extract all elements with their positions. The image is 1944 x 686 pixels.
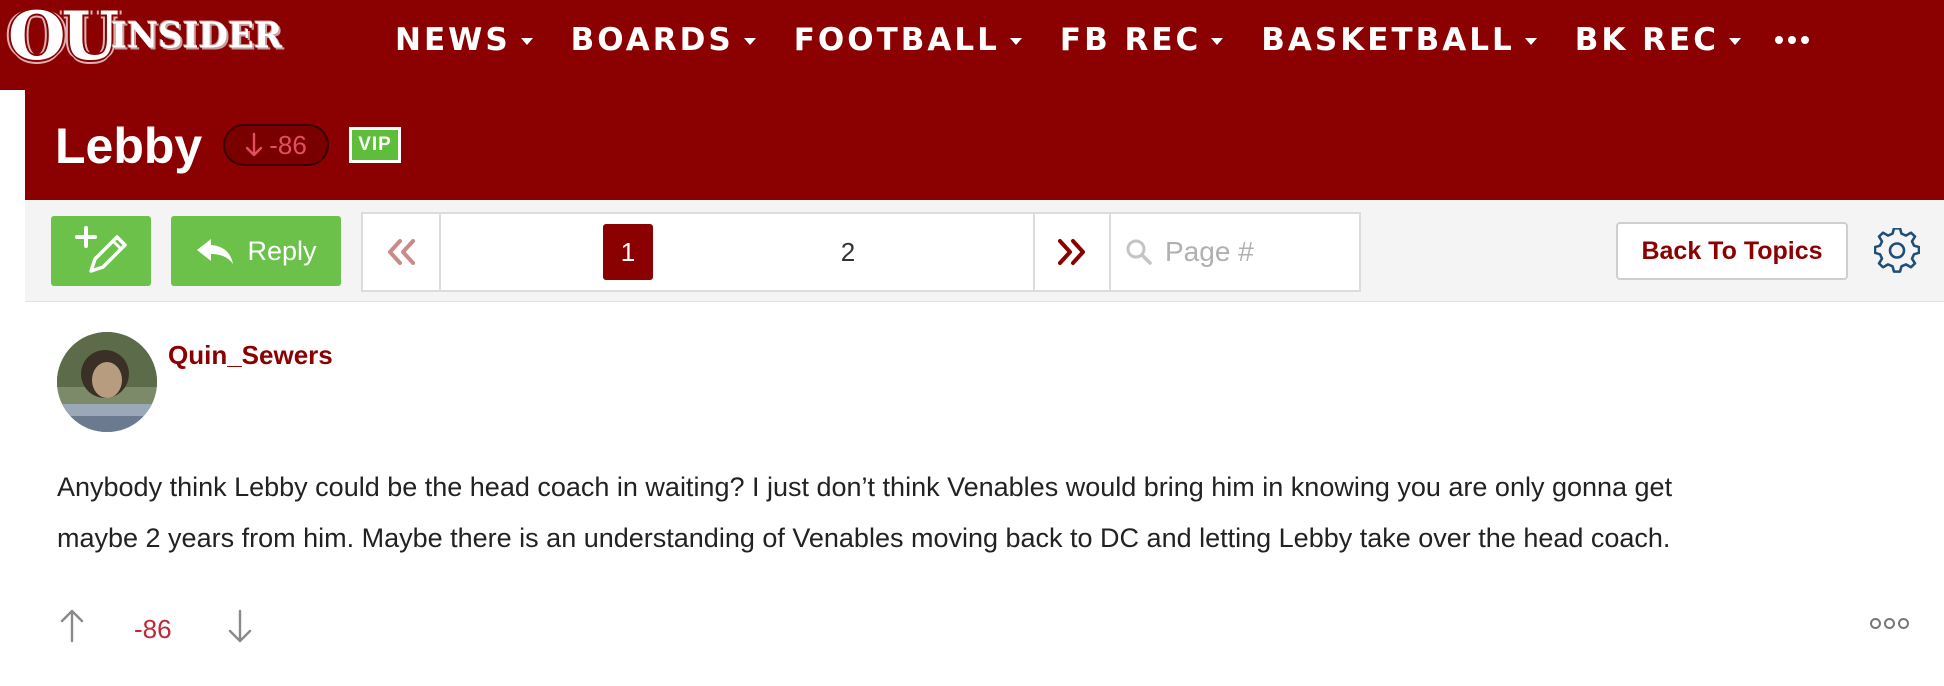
last-page-button[interactable]: [1033, 214, 1111, 290]
more-options-icon: [1884, 618, 1895, 629]
nav-item-basketball[interactable]: BASKETBALL: [1261, 22, 1537, 58]
chevron-down-icon: [520, 37, 533, 45]
page-number-input[interactable]: [1165, 236, 1345, 268]
reply-button[interactable]: Reply: [171, 216, 341, 286]
vip-badge: VIP: [349, 127, 401, 163]
nav-item-label: FB REC: [1059, 22, 1202, 58]
nav-item-fb-rec[interactable]: FB REC: [1059, 22, 1224, 58]
more-options-icon: [1870, 618, 1881, 629]
ellipsis-icon: [1800, 36, 1809, 44]
chevron-down-icon: [1009, 37, 1022, 45]
page-title: Lebby: [55, 118, 203, 174]
gear-icon[interactable]: [1874, 228, 1920, 274]
chevron-down-icon: [1728, 37, 1741, 45]
top-navigation: OU INSIDER NEWS BOARDS FOOTBALL FB REC B…: [0, 0, 1944, 90]
double-chevron-right-icon: [1058, 239, 1085, 265]
page-1-button[interactable]: 1: [603, 224, 653, 280]
post-body-line: Anybody think Lebby could be the head co…: [57, 472, 1673, 502]
nav-item-boards[interactable]: BOARDS: [571, 22, 756, 58]
post-body: Anybody think Lebby could be the head co…: [57, 462, 1887, 564]
more-menu-button[interactable]: [1774, 18, 1809, 62]
post-score: -86: [134, 614, 172, 644]
topic-toolbar: Reply 1 2 Back To: [25, 200, 1944, 302]
topic-score-badge: -86: [223, 124, 329, 166]
search-icon: [1126, 239, 1152, 265]
nav-item-news[interactable]: NEWS: [395, 22, 533, 58]
avatar[interactable]: [57, 332, 157, 432]
nav-item-bk-rec[interactable]: BK REC: [1575, 22, 1741, 58]
nav-item-label: BOARDS: [570, 22, 734, 58]
page-number-search: [1113, 214, 1359, 290]
page-2-button[interactable]: 2: [823, 224, 873, 280]
page: OU INSIDER NEWS BOARDS FOOTBALL FB REC B…: [0, 0, 1944, 686]
logo-insider-text: INSIDER: [111, 15, 283, 57]
chevron-down-icon: [1524, 37, 1537, 45]
chevron-down-icon: [743, 37, 756, 45]
upvote-arrow-icon[interactable]: [58, 608, 86, 644]
back-to-topics-button[interactable]: Back To Topics: [1616, 222, 1848, 280]
downvote-arrow-icon[interactable]: [226, 608, 254, 644]
left-gutter: [0, 90, 25, 686]
nav-item-label: FOOTBALL: [793, 22, 1000, 58]
ellipsis-icon: [1787, 36, 1796, 44]
new-topic-icon: [75, 226, 127, 273]
new-topic-button[interactable]: [51, 216, 151, 286]
post-body-line: maybe 2 years from him. Maybe there is a…: [57, 523, 1671, 553]
site-logo[interactable]: OU INSIDER: [8, 2, 282, 70]
post-author-link[interactable]: Quin_Sewers: [168, 340, 333, 371]
nav-item-label: BK REC: [1574, 22, 1719, 58]
chevron-down-icon: [1211, 37, 1224, 45]
topic-score-value: -86: [269, 129, 307, 160]
nav-item-label: NEWS: [395, 22, 511, 58]
user-avatar-image: [57, 332, 157, 432]
pagination: 1 2: [361, 212, 1361, 292]
ellipsis-icon: [1774, 36, 1783, 44]
reply-label: Reply: [247, 235, 317, 266]
reply-icon: [197, 239, 234, 264]
double-chevron-left-icon: [388, 239, 415, 265]
nav-item-label: BASKETBALL: [1261, 22, 1515, 58]
arrow-down-icon: [246, 132, 263, 157]
nav-menu: NEWS BOARDS FOOTBALL FB REC BASKETBALL B…: [395, 18, 1809, 62]
logo-ou-text: OU: [8, 0, 119, 75]
more-options-icon: [1898, 618, 1909, 629]
nav-item-football[interactable]: FOOTBALL: [794, 22, 1022, 58]
topic-header: Lebby -86 VIP: [25, 90, 1944, 200]
first-page-button[interactable]: [363, 214, 441, 290]
post-options-button[interactable]: [1870, 618, 1909, 629]
